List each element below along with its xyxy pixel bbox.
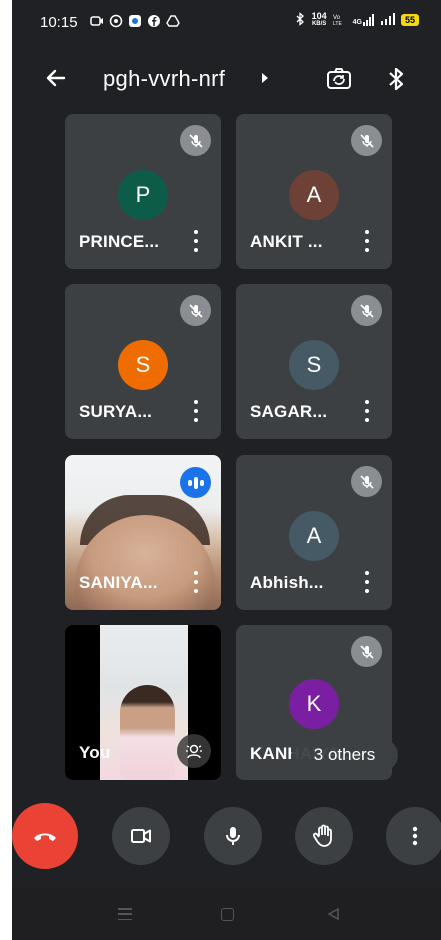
- back-triangle-icon[interactable]: [326, 907, 340, 921]
- caret-right-icon[interactable]: [262, 73, 268, 83]
- signal-icon: [380, 13, 395, 27]
- status-time: 10:15: [40, 14, 78, 31]
- avatar: S: [118, 340, 168, 390]
- home-icon[interactable]: [221, 908, 234, 921]
- videocam-icon: [131, 829, 151, 843]
- participant-tile[interactable]: S SAGAR...: [236, 284, 392, 439]
- arrow-left-icon: [46, 69, 66, 87]
- bluetooth-status-icon: [294, 12, 306, 28]
- system-icons: 104 KB/S Vo LTE 4G 55: [294, 12, 419, 28]
- status-bar: 10:15 104 KB/S Vo LTE 4G 55: [12, 0, 441, 46]
- more-options-button[interactable]: [386, 807, 441, 865]
- switch-camera-icon: [327, 68, 351, 89]
- mic-off-icon: [180, 125, 211, 156]
- volte-icon: Vo LTE: [333, 12, 347, 28]
- participant-tile[interactable]: SANIYA...: [65, 455, 221, 610]
- participant-name: PRINCE...: [79, 232, 160, 251]
- more-vert-icon: [412, 826, 418, 846]
- more-vert-icon[interactable]: [364, 400, 370, 422]
- hand-icon: [312, 824, 332, 847]
- drive-icon: [166, 14, 180, 28]
- self-view-tile[interactable]: You: [65, 625, 221, 780]
- audio-output-button[interactable]: [384, 64, 408, 94]
- mic-off-icon: [351, 125, 382, 156]
- camera-button[interactable]: [112, 807, 170, 865]
- end-call-button[interactable]: [12, 803, 78, 869]
- back-button[interactable]: [42, 64, 70, 92]
- more-vert-icon[interactable]: [364, 571, 370, 593]
- battery-indicator: 55: [400, 14, 419, 26]
- raise-hand-button[interactable]: [295, 807, 353, 865]
- video-content: [120, 685, 175, 780]
- avatar: K: [289, 679, 339, 729]
- signal-4g-icon: 4G: [353, 14, 375, 26]
- whatsapp-icon: [109, 14, 123, 28]
- participant-tile[interactable]: A ANKIT ...: [236, 114, 392, 269]
- participant-tile[interactable]: P PRINCE...: [65, 114, 221, 269]
- microphone-button[interactable]: [204, 807, 262, 865]
- avatar: P: [118, 170, 168, 220]
- more-vert-icon[interactable]: [193, 571, 199, 593]
- participant-name: Abhish...: [250, 573, 324, 592]
- participant-name: ANKIT ...: [250, 232, 323, 251]
- meeting-header: pgh-vvrh-nrf: [12, 52, 441, 104]
- svg-text:LTE: LTE: [333, 21, 342, 26]
- switch-camera-button[interactable]: [324, 64, 354, 94]
- recents-icon[interactable]: [118, 908, 132, 920]
- signal-app-icon: [128, 14, 142, 28]
- screen-record-icon: [90, 14, 104, 28]
- facebook-icon: [147, 14, 161, 28]
- speaking-indicator-icon: [180, 467, 211, 498]
- participant-name: SAGAR...: [250, 402, 328, 421]
- bluetooth-icon: [389, 67, 404, 91]
- avatar: S: [289, 340, 339, 390]
- more-vert-icon[interactable]: [364, 230, 370, 252]
- notification-icons: [90, 14, 180, 28]
- participant-name: SURYA...: [79, 402, 153, 421]
- visual-effects-icon: [186, 744, 202, 759]
- call-controls: [12, 800, 441, 872]
- net-speed: 104 KB/S: [311, 11, 327, 28]
- participant-tile[interactable]: S SURYA...: [65, 284, 221, 439]
- avatar: A: [289, 170, 339, 220]
- more-vert-icon[interactable]: [193, 230, 199, 252]
- participant-tile[interactable]: A Abhish...: [236, 455, 392, 610]
- mic-icon: [226, 827, 240, 845]
- meet-screen: 10:15 104 KB/S Vo LTE 4G 55 pgh-vvrh-nrf…: [12, 0, 441, 940]
- system-nav-bar: [12, 888, 441, 940]
- call-end-icon: [34, 833, 56, 841]
- effects-button[interactable]: [177, 734, 211, 768]
- mic-off-icon: [351, 295, 382, 326]
- meeting-code[interactable]: pgh-vvrh-nrf: [103, 66, 225, 92]
- participant-name: You: [79, 743, 111, 762]
- avatar: A: [289, 511, 339, 561]
- more-vert-icon[interactable]: [193, 400, 199, 422]
- mic-off-icon: [180, 295, 211, 326]
- participant-name: SANIYA...: [79, 573, 158, 592]
- mic-off-icon: [351, 636, 382, 667]
- mic-off-icon: [351, 466, 382, 497]
- others-count-pill[interactable]: 3 others: [291, 738, 398, 772]
